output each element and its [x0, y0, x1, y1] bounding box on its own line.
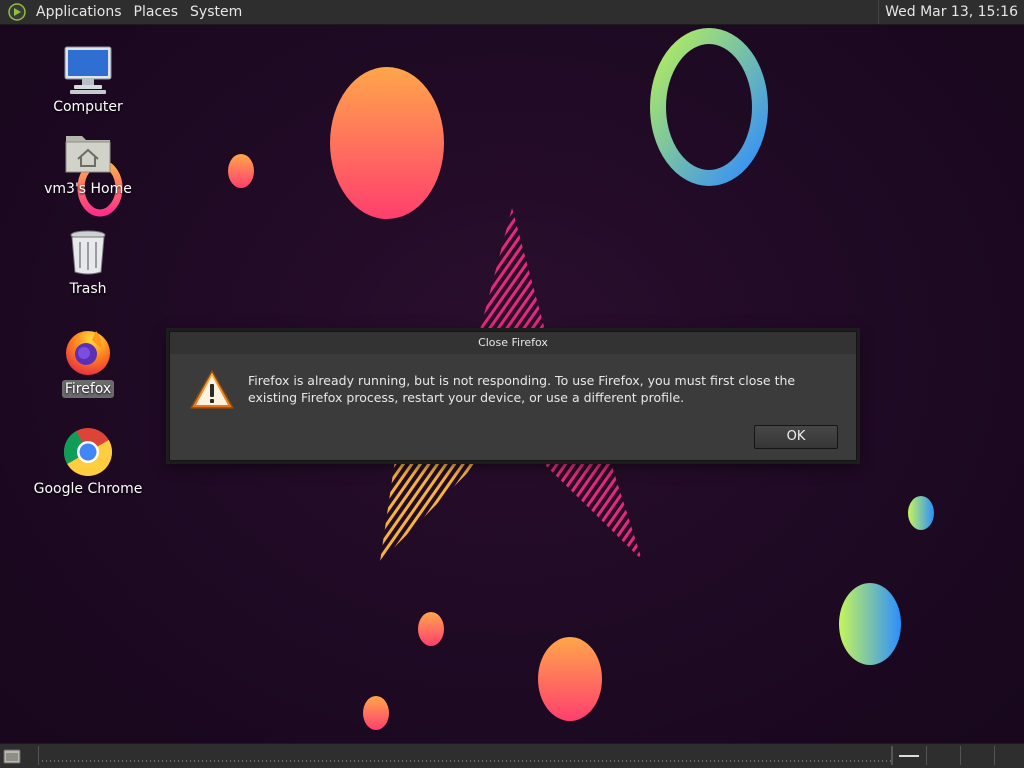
desktop-icon-label: Computer — [53, 99, 123, 115]
menu-system[interactable]: System — [184, 0, 248, 24]
desktop-icon-label: Firefox — [61, 380, 115, 398]
menu-places[interactable]: Places — [128, 0, 185, 24]
desktop-icon-label: Trash — [69, 281, 107, 297]
show-desktop-icon[interactable] — [2, 747, 24, 765]
close-firefox-dialog: Close Firefox Firefox is already running… — [169, 331, 857, 461]
window-list[interactable] — [38, 746, 892, 765]
bottom-panel — [0, 743, 1024, 768]
top-panel: Applications Places System Wed Mar 13, 1… — [0, 0, 1024, 25]
trash-icon — [70, 230, 106, 275]
dialog-body: Firefox is already running, but is not r… — [170, 354, 856, 460]
desktop-icon-home[interactable]: vm3's Home — [28, 126, 148, 198]
clock[interactable]: Wed Mar 13, 15:16 — [878, 0, 1024, 24]
desktop-icon-label: vm3's Home — [44, 181, 132, 197]
desktop-icon-trash[interactable]: Trash — [28, 226, 148, 298]
desktop-icon-computer[interactable]: Computer — [28, 44, 148, 116]
desktop-icon-label: Google Chrome — [33, 481, 143, 497]
workspace-2[interactable] — [926, 746, 957, 765]
computer-icon — [64, 46, 112, 94]
dialog-message: Firefox is already running, but is not r… — [248, 373, 796, 405]
desktop-icon-chrome[interactable]: Google Chrome — [28, 426, 148, 498]
chrome-icon — [63, 428, 113, 477]
workspace-4[interactable] — [994, 746, 1024, 765]
mate-menu-icon[interactable] — [8, 3, 26, 21]
desktop-icon-firefox[interactable]: Firefox — [28, 326, 148, 398]
workspace-1[interactable] — [892, 746, 923, 765]
home-folder-icon — [65, 136, 111, 173]
ok-button[interactable]: OK — [754, 425, 838, 449]
workspace-3[interactable] — [960, 746, 991, 765]
menu-applications[interactable]: Applications — [30, 0, 128, 24]
firefox-icon — [66, 331, 110, 375]
active-workspace-indicator — [899, 755, 919, 757]
warning-icon — [190, 370, 234, 409]
dialog-title[interactable]: Close Firefox — [170, 332, 856, 354]
